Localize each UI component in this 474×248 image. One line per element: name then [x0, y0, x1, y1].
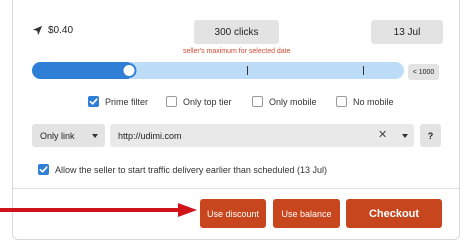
url-input[interactable]: http://udimi.com ✕ — [110, 124, 414, 147]
checkout-button[interactable]: Checkout — [346, 199, 442, 228]
checkbox-box[interactable] — [166, 96, 177, 107]
clicks-slider[interactable] — [32, 62, 404, 79]
slider-tick — [247, 66, 248, 75]
help-button[interactable]: ? — [420, 124, 441, 147]
link-type-value: Only link — [40, 130, 75, 141]
chevron-down-icon — [92, 134, 98, 138]
navigation-arrow-icon — [32, 25, 43, 36]
checkbox-box[interactable] — [252, 96, 263, 107]
checkbox-box[interactable] — [38, 164, 49, 175]
slider-fill — [32, 62, 129, 79]
allow-early-delivery-checkbox[interactable]: Allow the seller to start traffic delive… — [38, 164, 327, 175]
price-per-click: $0.40 — [32, 25, 73, 36]
link-type-select[interactable]: Only link — [32, 124, 105, 147]
checkbox-box[interactable] — [336, 96, 347, 107]
limit-badge: < 1000 — [408, 64, 439, 80]
only-mobile-checkbox[interactable]: Only mobile — [252, 96, 317, 107]
close-icon[interactable]: ✕ — [378, 129, 387, 141]
url-value: http://udimi.com — [118, 130, 182, 141]
no-mobile-checkbox[interactable]: No mobile — [336, 96, 394, 107]
checkbox-label: Only mobile — [269, 96, 317, 107]
use-balance-button[interactable]: Use balance — [273, 199, 340, 228]
price-value: $0.40 — [48, 25, 74, 36]
slider-tick — [363, 66, 364, 75]
annotation-arrow — [0, 203, 197, 217]
seller-max-hint: seller's maximum for selected date — [183, 48, 291, 55]
use-discount-button[interactable]: Use discount — [200, 199, 266, 228]
filter-options: Prime filter Only top tier Only mobile N… — [0, 96, 474, 110]
chevron-down-icon[interactable] — [402, 134, 408, 138]
prime-filter-checkbox[interactable]: Prime filter — [88, 96, 148, 107]
only-top-tier-checkbox[interactable]: Only top tier — [166, 96, 232, 107]
checkbox-box[interactable] — [88, 96, 99, 107]
date-button[interactable]: 13 Jul — [371, 20, 443, 44]
checkbox-label: Only top tier — [183, 96, 232, 107]
footer-divider — [13, 188, 459, 189]
checkbox-label: No mobile — [353, 96, 394, 107]
slider-handle[interactable] — [121, 63, 137, 78]
allow-early-delivery-label: Allow the seller to start traffic delive… — [55, 164, 327, 175]
clicks-button[interactable]: 300 clicks — [194, 20, 279, 44]
checkbox-label: Prime filter — [105, 96, 149, 107]
